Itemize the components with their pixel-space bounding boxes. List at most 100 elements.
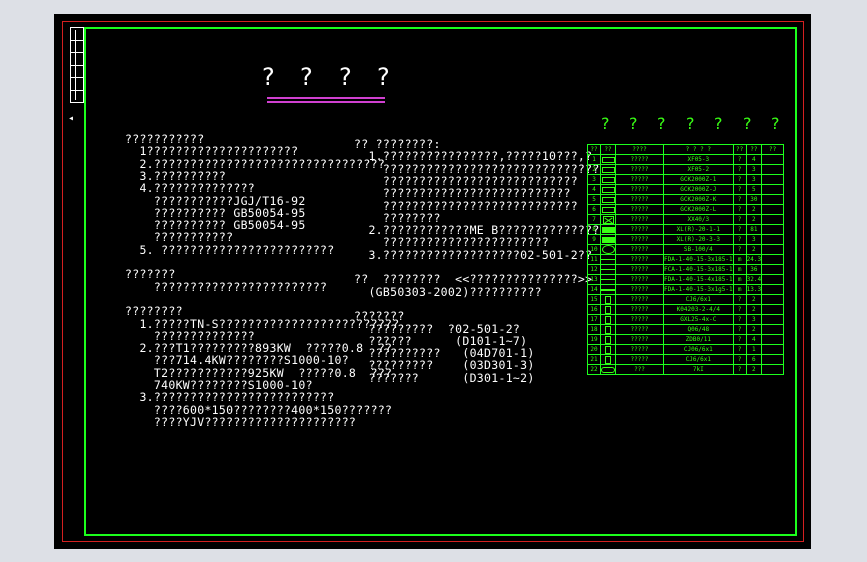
left-note-line: ??????? bbox=[125, 267, 176, 282]
left-note-line: ?????????? GB50054-95 bbox=[125, 205, 306, 220]
legend-no: 15 bbox=[587, 294, 601, 305]
box-symbol-icon bbox=[605, 345, 611, 354]
legend-row: 12????? FCA-1-40-15-3x185-1 m 36 bbox=[587, 264, 785, 275]
legend-qty: 6 bbox=[745, 354, 763, 365]
legend-heading-3: ? bbox=[657, 114, 666, 133]
legend-row: 2????? XF05-2? 3 bbox=[587, 164, 785, 175]
legend-name: ????? bbox=[615, 164, 664, 175]
legend-symbol bbox=[600, 234, 616, 245]
left-note-line: 1????????????????????? bbox=[125, 144, 299, 159]
legend-row: 17????? GXL25-4x-C? 3 bbox=[587, 314, 785, 325]
legend-model: XF05-2 bbox=[663, 164, 734, 175]
legend-remark bbox=[761, 324, 785, 335]
legend-row: 6????? GCK2000Z-L? 2 bbox=[587, 204, 785, 215]
legend-row: 5????? GCK2000Z-K? 30 bbox=[587, 194, 785, 205]
col-header-unit: ?? bbox=[732, 144, 747, 155]
legend-no: 11 bbox=[587, 254, 601, 265]
legend-row: 22??? 7kI? 2 bbox=[587, 364, 785, 375]
legend-no: 7 bbox=[587, 214, 601, 225]
legend-no: 10 bbox=[587, 244, 601, 255]
margin-arrow-icon: ◂ bbox=[68, 113, 75, 124]
mid-note-line: ??????????????????????? bbox=[354, 235, 550, 250]
legend-no: 14 bbox=[587, 284, 601, 295]
legend-model: CJ6/6x1 bbox=[663, 354, 734, 365]
legend-name: ????? bbox=[615, 314, 664, 325]
legend-symbol bbox=[600, 334, 616, 345]
thick-symbol-icon bbox=[601, 288, 615, 291]
legend-model: SB-100/4 bbox=[663, 244, 734, 255]
legend-symbol bbox=[600, 174, 616, 185]
legend-symbol bbox=[600, 204, 616, 215]
legend-row: 7????? XX40/3? 2 bbox=[587, 214, 785, 225]
legend-name: ????? bbox=[615, 354, 664, 365]
legend-heading-6: ? bbox=[743, 114, 752, 133]
legend-model: XL(R)-20-3-3 bbox=[663, 234, 734, 245]
legend-name: ????? bbox=[615, 264, 664, 275]
legend-remark bbox=[761, 234, 785, 245]
title-underline-top bbox=[267, 97, 385, 99]
legend-qty: 13.3 bbox=[745, 284, 763, 295]
title-char-1: ? bbox=[262, 63, 275, 91]
legend-model: ZDB0/11 bbox=[663, 334, 734, 345]
rect-symbol-icon bbox=[601, 176, 615, 183]
rect-dark-symbol-icon bbox=[601, 226, 615, 233]
left-note-line: ?????????? GB50054-95 bbox=[125, 218, 306, 233]
box-symbol-icon bbox=[605, 325, 611, 334]
legend-heading-5: ? bbox=[714, 114, 723, 133]
left-note-line: 4.?????????????? bbox=[125, 181, 256, 196]
legend-unit: ? bbox=[732, 174, 747, 185]
legend-no: 13 bbox=[587, 274, 601, 285]
legend-no: 5 bbox=[587, 194, 601, 205]
legend-symbol bbox=[600, 364, 616, 375]
legend-unit: m bbox=[732, 274, 747, 285]
legend-row: 11????? FDA-1-40-15-3x185-1 m 24.3 bbox=[587, 254, 785, 265]
rect-dark-symbol-icon bbox=[601, 236, 615, 243]
mid-note-line: ?????? (D101-1~7) bbox=[354, 333, 528, 348]
mid-note-line: (GB50303-2002)?????????? bbox=[354, 284, 542, 299]
legend-name: ????? bbox=[615, 284, 664, 295]
mid-note-line: ??????????????????????????? bbox=[354, 198, 578, 213]
legend-remark bbox=[761, 174, 785, 185]
legend-unit: ? bbox=[732, 234, 747, 245]
legend-heading-1: ? bbox=[601, 114, 610, 133]
legend-model: XF05-3 bbox=[663, 154, 734, 165]
legend-qty: 24.3 bbox=[745, 254, 763, 265]
box-symbol-icon bbox=[605, 305, 611, 314]
legend-symbol bbox=[600, 264, 616, 275]
legend-remark bbox=[761, 184, 785, 195]
legend-model: XL(R)-20-1-1 bbox=[663, 224, 734, 235]
legend-symbol bbox=[600, 354, 616, 365]
legend-qty: 2 bbox=[745, 204, 763, 215]
mid-note-line: ???????? bbox=[354, 210, 441, 225]
legend-model: GCK2000Z-J bbox=[663, 184, 734, 195]
mid-note-line: ??????? (D301-1~2) bbox=[354, 370, 535, 385]
col-header-model: ? ? ? ? bbox=[663, 144, 734, 155]
left-note-line: ?????????????? bbox=[125, 328, 256, 343]
left-note-line: 2.???T1?????????893KW ?????0.8 ?? bbox=[125, 341, 393, 356]
legend-symbol bbox=[600, 254, 616, 265]
legend-symbol bbox=[600, 244, 616, 255]
legend-unit: ? bbox=[732, 244, 747, 255]
legend-no: 9 bbox=[587, 234, 601, 245]
box-symbol-icon bbox=[605, 335, 611, 344]
legend-unit: ? bbox=[732, 164, 747, 175]
mid-note-line: ?? ????????: bbox=[354, 137, 441, 151]
legend-unit: ? bbox=[732, 184, 747, 195]
legend-row: 13????? FDA-1-40-15-4x185-1 m 32.4 bbox=[587, 274, 785, 285]
legend-qty: 3 bbox=[745, 174, 763, 185]
legend-symbol bbox=[600, 154, 616, 165]
left-note-line: 3.?????????? bbox=[125, 168, 227, 183]
legend-remark bbox=[761, 264, 785, 275]
left-note-line: ???????? bbox=[125, 304, 183, 319]
legend-row: 15????? CJ6/6x1? 2 bbox=[587, 294, 785, 305]
line-symbol-icon bbox=[601, 279, 615, 280]
legend-unit: ? bbox=[732, 224, 747, 235]
legend-name: ????? bbox=[615, 274, 664, 285]
legend-qty: 2 bbox=[745, 294, 763, 305]
mid-note-line: ????????? ?02-501-2? bbox=[354, 321, 521, 336]
cap-symbol-icon bbox=[601, 366, 615, 373]
rect-symbol-icon bbox=[601, 196, 615, 203]
legend-no: 21 bbox=[587, 354, 601, 365]
legend-symbol bbox=[600, 164, 616, 175]
legend-row: 3????? GCK2000Z-1? 3 bbox=[587, 174, 785, 185]
